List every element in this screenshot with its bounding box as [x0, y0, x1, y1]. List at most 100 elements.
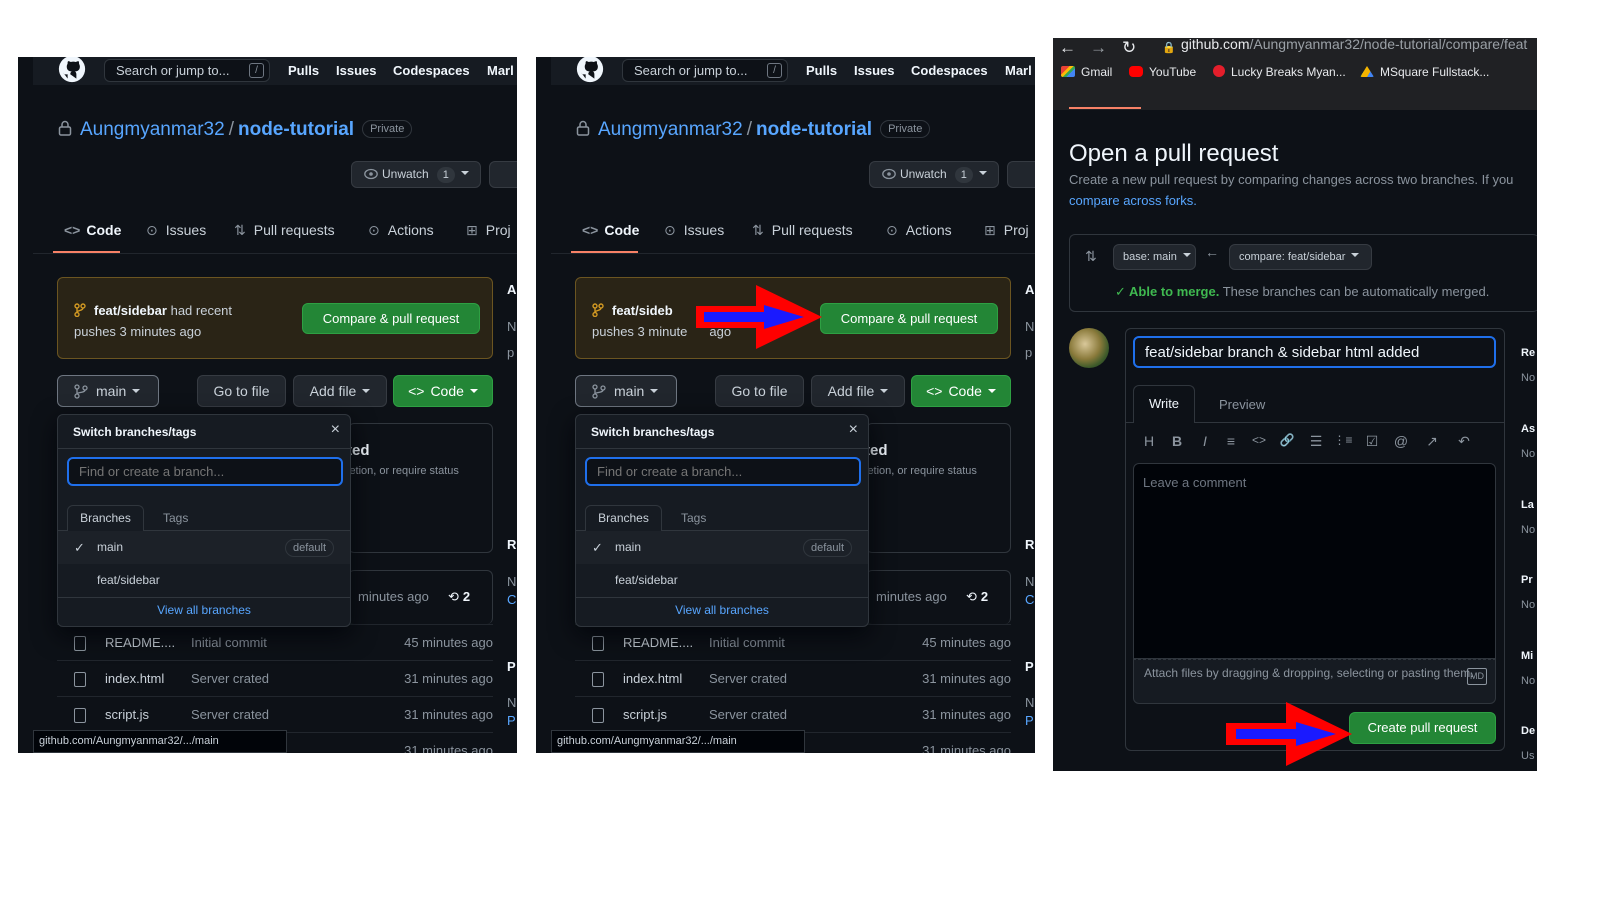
- nav-codespaces[interactable]: Codespaces: [911, 63, 988, 78]
- file-name[interactable]: index.html: [105, 671, 164, 686]
- table-row[interactable]: README.... Initial commit 45 minutes ago: [575, 624, 1011, 660]
- code-button[interactable]: <> Code: [911, 375, 1011, 407]
- sidebar-assignees-label[interactable]: As: [1521, 423, 1535, 435]
- bookmark-msquare[interactable]: MSquare Fullstack...: [1360, 65, 1489, 79]
- avatar[interactable]: [1069, 328, 1109, 368]
- lock-icon[interactable]: 🔒: [1162, 41, 1176, 54]
- sidebar-milestone-label[interactable]: Mi: [1521, 650, 1533, 662]
- sidebar-projects-label[interactable]: Pr: [1521, 574, 1533, 586]
- table-row[interactable]: index.html Server crated 31 minutes ago: [575, 660, 1011, 696]
- tab-code[interactable]: <> Code: [64, 222, 121, 238]
- push-branch-name[interactable]: feat/sidebar: [94, 303, 167, 318]
- commit-message[interactable]: Server crated: [191, 707, 269, 722]
- file-name[interactable]: script.js: [105, 707, 149, 722]
- add-file-button[interactable]: Add file: [811, 375, 905, 407]
- tab-code[interactable]: <> Code: [582, 222, 639, 238]
- italic-icon[interactable]: I: [1195, 433, 1215, 449]
- repo-owner-link[interactable]: Aungmyanmar32: [80, 119, 225, 140]
- bookmark-lucky-breaks[interactable]: Lucky Breaks Myan...: [1213, 65, 1346, 79]
- commits-count[interactable]: ⟲ 2: [966, 589, 988, 605]
- attach-files-area[interactable]: Attach files by dragging & dropping, sel…: [1133, 659, 1496, 704]
- tab-projects[interactable]: ⊞ Proj: [984, 222, 1029, 239]
- compare-pull-request-button[interactable]: Compare & pull request: [820, 303, 998, 334]
- branch-item-main[interactable]: ✓ main default: [576, 531, 868, 564]
- create-pull-request-button[interactable]: Create pull request: [1349, 712, 1496, 744]
- nav-marketplace[interactable]: Marl: [1005, 63, 1032, 78]
- nav-pulls[interactable]: Pulls: [288, 63, 319, 78]
- search-input[interactable]: Search or jump to... /: [622, 59, 788, 82]
- pr-title-input[interactable]: [1133, 336, 1496, 368]
- heading-icon[interactable]: H: [1139, 433, 1159, 449]
- compare-pull-request-button[interactable]: Compare & pull request: [302, 303, 480, 334]
- compare-branch-select[interactable]: compare: feat/sidebar: [1229, 244, 1372, 270]
- search-input[interactable]: Search or jump to... /: [104, 59, 270, 82]
- nav-codespaces[interactable]: Codespaces: [393, 63, 470, 78]
- unwatch-button[interactable]: Unwatch 1: [351, 161, 481, 188]
- tab-projects[interactable]: ⊞ Proj: [466, 222, 511, 239]
- branch-search-input[interactable]: [585, 457, 861, 486]
- file-name[interactable]: README....: [623, 635, 693, 650]
- tab-pull-requests[interactable]: ⇅ Pull requests: [234, 222, 335, 239]
- compare-across-forks-link[interactable]: compare across forks.: [1069, 193, 1197, 208]
- tab-pull-requests[interactable]: ⇅ Pull requests: [752, 222, 853, 239]
- quote-icon[interactable]: ≡: [1221, 433, 1241, 449]
- add-file-button[interactable]: Add file: [293, 375, 387, 407]
- table-row[interactable]: script.js Server crated 31 minutes ago: [57, 696, 493, 732]
- bookmark-gmail[interactable]: Gmail: [1061, 65, 1112, 79]
- sidebar-development-label[interactable]: De: [1521, 725, 1535, 737]
- bookmark-youtube[interactable]: YouTube: [1129, 65, 1196, 79]
- push-branch-name[interactable]: feat/sideb: [612, 303, 673, 318]
- tab-preview[interactable]: Preview: [1219, 397, 1265, 412]
- tab-actions[interactable]: ⊙ Actions: [368, 222, 434, 239]
- sidebar-labels-label[interactable]: La: [1521, 499, 1534, 511]
- go-to-file-button[interactable]: Go to file: [715, 375, 804, 407]
- github-logo-icon[interactable]: [574, 57, 606, 83]
- sidebar-reviewers-label[interactable]: Re: [1521, 347, 1535, 359]
- tab-write[interactable]: Write: [1133, 385, 1195, 423]
- link-icon[interactable]: 🔗: [1277, 433, 1297, 447]
- tab-branches[interactable]: Branches: [585, 505, 662, 531]
- repo-owner-link[interactable]: Aungmyanmar32: [598, 119, 743, 140]
- github-logo-icon[interactable]: [56, 57, 88, 83]
- reload-icon[interactable]: ↻: [1122, 38, 1136, 58]
- unwatch-button[interactable]: Unwatch 1: [869, 161, 999, 188]
- file-name[interactable]: index.html: [623, 671, 682, 686]
- unordered-list-icon[interactable]: ☰: [1306, 433, 1326, 450]
- repo-name-link[interactable]: node-tutorial: [238, 119, 354, 140]
- table-row[interactable]: README.... Initial commit 45 minutes ago: [57, 624, 493, 660]
- ordered-list-icon[interactable]: ⋮≡: [1333, 433, 1353, 447]
- code-icon[interactable]: <>: [1249, 433, 1269, 447]
- tab-issues[interactable]: ⊙ Issues: [146, 222, 206, 239]
- commit-message[interactable]: Server crated: [709, 707, 787, 722]
- branch-select-button[interactable]: main: [57, 375, 159, 407]
- file-name[interactable]: script.js: [623, 707, 667, 722]
- task-list-icon[interactable]: ☑: [1362, 433, 1382, 450]
- code-button[interactable]: <> Code: [393, 375, 493, 407]
- view-all-branches-link[interactable]: View all branches: [576, 603, 868, 617]
- repo-name-link[interactable]: node-tutorial: [756, 119, 872, 140]
- mention-icon[interactable]: @: [1391, 433, 1411, 449]
- close-icon[interactable]: ×: [331, 421, 340, 439]
- branch-select-button[interactable]: main: [575, 375, 677, 407]
- address-bar[interactable]: github.com/Aungmyanmar32/node-tutorial/c…: [1181, 38, 1527, 52]
- tab-actions[interactable]: ⊙ Actions: [886, 222, 952, 239]
- nav-issues[interactable]: Issues: [336, 63, 376, 78]
- close-icon[interactable]: ×: [849, 421, 858, 439]
- table-row[interactable]: script.js Server crated 31 minutes ago: [575, 696, 1011, 732]
- bold-icon[interactable]: B: [1167, 433, 1187, 449]
- comment-textarea[interactable]: Leave a comment: [1133, 463, 1496, 659]
- commit-message[interactable]: Server crated: [709, 671, 787, 686]
- fork-button[interactable]: [1007, 161, 1035, 188]
- reply-icon[interactable]: ↶: [1454, 433, 1474, 450]
- reference-icon[interactable]: ↗: [1422, 433, 1442, 450]
- commit-message[interactable]: Initial commit: [709, 635, 785, 650]
- commits-count[interactable]: ⟲ 2: [448, 589, 470, 605]
- nav-issues[interactable]: Issues: [854, 63, 894, 78]
- commit-message[interactable]: Initial commit: [191, 635, 267, 650]
- nav-pulls[interactable]: Pulls: [806, 63, 837, 78]
- table-row[interactable]: index.html Server crated 31 minutes ago: [57, 660, 493, 696]
- file-name[interactable]: README....: [105, 635, 175, 650]
- view-all-branches-link[interactable]: View all branches: [58, 603, 350, 617]
- tab-branches[interactable]: Branches: [67, 505, 144, 531]
- fork-button[interactable]: [489, 161, 517, 188]
